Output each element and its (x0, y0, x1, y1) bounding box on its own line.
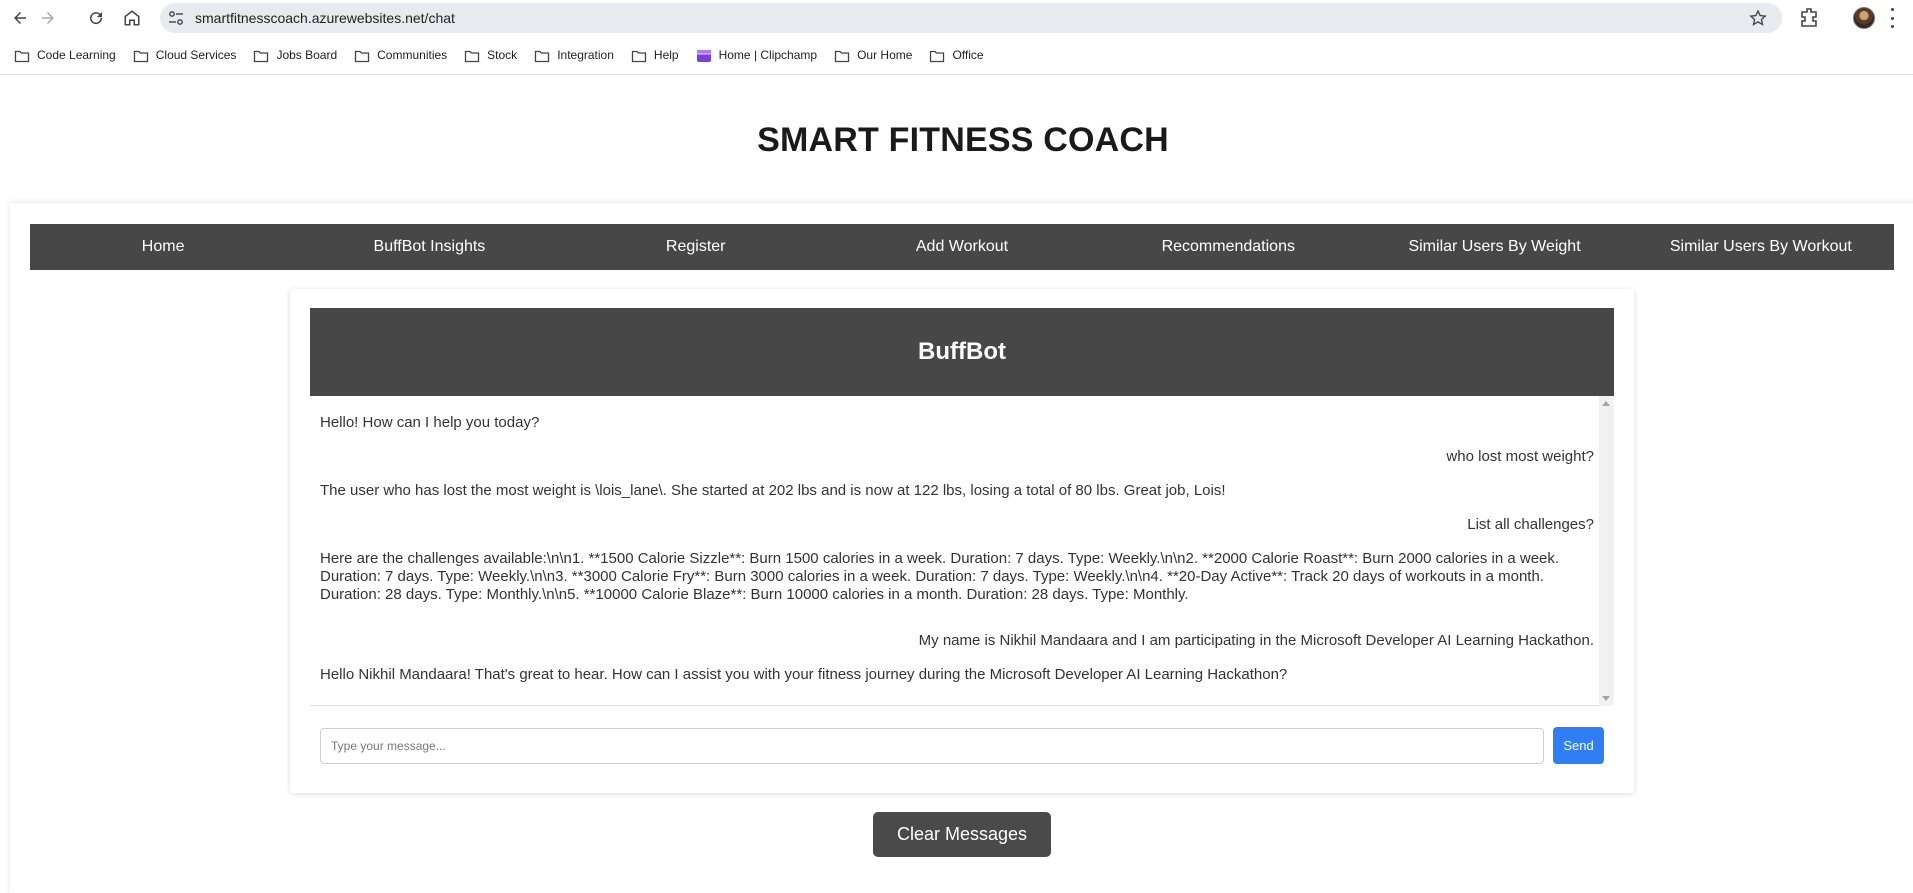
nav-item-buffbot-insights[interactable]: BuffBot Insights (296, 224, 562, 270)
bookmarks-bar: Code Learning Cloud Services Jobs Board Com… (0, 40, 1913, 70)
user-message: My name is Nikhil Mandaara and I am part… (918, 632, 1594, 649)
bookmark-item[interactable]: Integration (534, 48, 614, 62)
folder-icon (834, 49, 850, 62)
folder-icon (464, 49, 480, 62)
chrome-divider (0, 74, 1913, 75)
bookmark-item[interactable]: Our Home (834, 48, 912, 62)
send-button[interactable]: Send (1553, 727, 1604, 764)
back-button[interactable] (8, 6, 32, 30)
browser-toolbar: smartfitnesscoach.azurewebsites.net/chat (0, 0, 1913, 36)
folder-icon (534, 49, 550, 62)
bookmark-item[interactable]: Cloud Services (133, 48, 237, 62)
arrow-right-icon (42, 12, 54, 24)
bookmark-label: Stock (487, 48, 518, 62)
bookmark-item[interactable]: Communities (354, 48, 447, 62)
scroll-down-arrow-icon[interactable] (1602, 696, 1610, 701)
bookmark-item[interactable]: Code Learning (14, 48, 116, 62)
extensions-icon[interactable] (1797, 6, 1821, 30)
nav-item-add-workout[interactable]: Add Workout (829, 224, 1095, 270)
bookmark-label: Jobs Board (276, 48, 338, 62)
clipchamp-icon (696, 49, 712, 62)
main-nav: Home BuffBot Insights Register Add Workout R… (30, 224, 1894, 270)
nav-item-recommendations[interactable]: Recommendations (1095, 224, 1361, 270)
clear-messages-button[interactable]: Clear Messages (873, 812, 1051, 857)
user-message: List all challenges? (1467, 516, 1594, 533)
nav-item-register[interactable]: Register (563, 224, 829, 270)
page-title: SMART FITNESS COACH (757, 121, 1169, 159)
scrollbar[interactable] (1599, 396, 1614, 706)
nav-item-similar-users-by-weight[interactable]: Similar Users By Weight (1361, 224, 1627, 270)
bookmark-label: Communities (377, 48, 448, 62)
url-text: smartfitnesscoach.azurewebsites.net/chat (195, 10, 455, 26)
chat-panel: BuffBot Hello! How can I help you today?… (290, 289, 1634, 793)
address-bar[interactable]: smartfitnesscoach.azurewebsites.net/chat (160, 3, 1782, 33)
folder-icon (631, 49, 647, 62)
nav-item-similar-users-by-workout[interactable]: Similar Users By Workout (1628, 224, 1894, 270)
bot-message: Here are the challenges available:\n\n1.… (320, 550, 1560, 603)
home-icon (124, 10, 140, 26)
message-input[interactable] (320, 728, 1544, 764)
folder-icon (253, 49, 269, 62)
site-settings-icon (169, 11, 183, 25)
reload-icon (90, 12, 103, 25)
folder-icon (929, 49, 945, 62)
bot-message: Hello! How can I help you today? (320, 414, 540, 431)
reload-button[interactable] (84, 6, 108, 30)
bookmark-label: Our Home (857, 48, 913, 62)
scroll-up-arrow-icon[interactable] (1602, 401, 1610, 406)
bookmark-label: Home | Clipchamp (718, 48, 818, 62)
bot-message: Hello Nikhil Mandaara! That's great to h… (320, 666, 1288, 683)
bot-message: The user who has lost the most weight is… (320, 482, 1226, 499)
forward-button[interactable] (36, 6, 60, 30)
folder-icon (354, 49, 370, 62)
bookmark-item[interactable]: Office (929, 48, 984, 62)
message-list[interactable]: Hello! How can I help you today? who lost… (310, 396, 1614, 706)
user-message: who lost most weight? (1446, 448, 1594, 465)
menu-dots-icon[interactable] (1889, 8, 1895, 28)
bookmark-label: Code Learning (37, 48, 116, 62)
nav-item-home[interactable]: Home (30, 224, 296, 270)
bookmark-label: Integration (557, 48, 614, 62)
bookmark-label: Office (952, 48, 984, 62)
folder-icon (133, 49, 149, 62)
bookmark-star-icon[interactable] (1748, 8, 1768, 28)
home-button[interactable] (120, 6, 144, 30)
chat-title: BuffBot (310, 308, 1614, 396)
bookmark-label: Cloud Services (155, 48, 237, 62)
bookmark-label: Help (653, 48, 679, 62)
arrow-left-icon (14, 12, 26, 24)
folder-icon (14, 49, 30, 62)
bookmark-item[interactable]: Home | Clipchamp (696, 48, 817, 62)
bookmark-item[interactable]: Stock (464, 48, 517, 62)
bookmark-item[interactable]: Help (631, 48, 679, 62)
profile-avatar[interactable] (1853, 7, 1875, 29)
bookmark-item[interactable]: Jobs Board (253, 48, 337, 62)
